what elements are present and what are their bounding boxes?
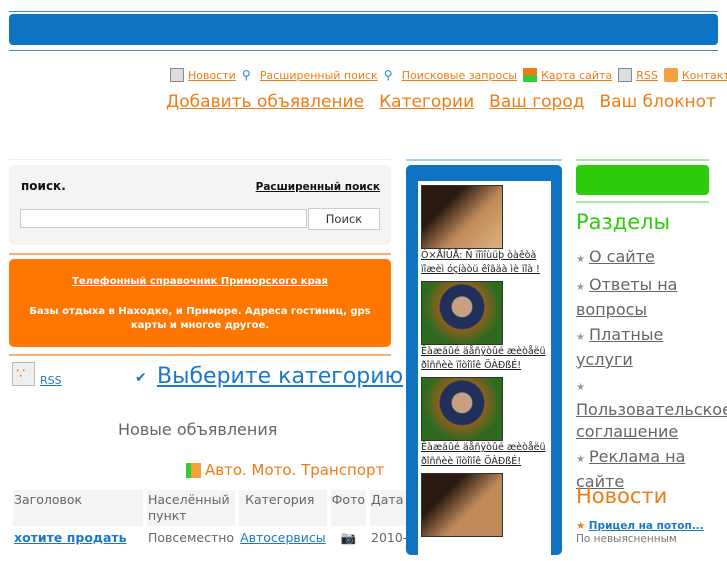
main-nav: Добавить объявление Категории Ваш город Ваш… bbox=[166, 92, 727, 112]
star-icon: ★ bbox=[576, 520, 586, 532]
checkmark-icon: ✔ bbox=[135, 370, 147, 386]
mid-divider bbox=[406, 159, 562, 161]
ads-panel: Ó×ÅÍÛÅ: Ñ ïîìîùüþ òàêòà ïîæèì óçíàòü êîã… bbox=[406, 165, 562, 561]
document-icon bbox=[170, 68, 184, 82]
sections-heading: Разделы bbox=[576, 210, 671, 234]
news-item: ★ Прицел на потоп... По невыясненным bbox=[576, 520, 727, 545]
nav-your-city[interactable]: Ваш город bbox=[489, 92, 584, 112]
table-header: Заголовок Населённый пункт Категория Фот… bbox=[13, 490, 409, 526]
col-date: Дата bbox=[370, 490, 409, 526]
ad-item: Êàæäûé äåñÿòûé æèòåëü ðîññèè ïîòîìîê ÖÀÐ… bbox=[418, 373, 551, 469]
left-divider bbox=[9, 159, 391, 160]
link-news[interactable]: Новости bbox=[188, 69, 236, 82]
star-icon: ★ bbox=[576, 382, 585, 393]
nav-add-ad[interactable]: Добавить объявление bbox=[166, 92, 364, 112]
link-sitemap[interactable]: Карта сайта bbox=[541, 69, 612, 82]
star-icon: ★ bbox=[576, 332, 585, 343]
magnifier-icon: ⚲ bbox=[241, 68, 251, 82]
ad-image[interactable] bbox=[421, 377, 503, 441]
nav-categories[interactable]: Категории bbox=[379, 92, 474, 112]
col-category: Категория bbox=[239, 490, 327, 526]
promo-box: Телефонный справочник Приморского края Б… bbox=[9, 259, 391, 347]
advanced-search-link[interactable]: Расширенный поиск bbox=[256, 181, 380, 193]
ad-image[interactable] bbox=[421, 473, 503, 537]
col-photo: Фото bbox=[330, 490, 366, 526]
green-banner bbox=[576, 165, 709, 195]
ad-category-link[interactable]: Автосервисы bbox=[240, 530, 326, 545]
ad-item: Êàæäûé äåñÿòûé æèòåëü ðîññèè ïîòîìîê ÖÀÐ… bbox=[418, 277, 551, 373]
header-banner bbox=[9, 14, 718, 45]
col-title: Заголовок bbox=[13, 490, 143, 526]
magnifier-plus-icon: ⚲ bbox=[383, 68, 393, 82]
rss-link[interactable]: RSS bbox=[40, 374, 62, 387]
promo-text: Базы отдыха в Находке, и Приморе. Адреса… bbox=[29, 306, 371, 331]
link-contacts[interactable]: Контакты bbox=[682, 69, 727, 82]
star-icon: ★ bbox=[576, 254, 585, 265]
header-divider bbox=[9, 50, 718, 51]
link-advanced-search[interactable]: Расширенный поиск bbox=[260, 69, 378, 82]
ad-title-link[interactable]: хотите продать bbox=[14, 530, 127, 545]
star-icon: ★ bbox=[576, 282, 585, 293]
col-place: Населённый пункт bbox=[147, 490, 236, 526]
ads-list: Ó×ÅÍÛÅ: Ñ ïîìîùüþ òàêòà ïîæèì óçíàòü êîã… bbox=[418, 181, 551, 561]
right-divider-2 bbox=[576, 201, 709, 203]
table-row: хотите продать Повсеместно Автосервисы 📷… bbox=[13, 526, 408, 550]
star-icon: ★ bbox=[576, 454, 585, 465]
ad-image[interactable] bbox=[421, 185, 503, 249]
news-link[interactable]: Прицел на потоп... bbox=[589, 520, 704, 532]
section-paid[interactable]: Платные услуги bbox=[576, 325, 663, 369]
ads-table: Заголовок Населённый пункт Категория Фот… bbox=[9, 490, 412, 550]
promo-divider-bottom bbox=[9, 354, 391, 356]
ad-item: Ó×ÅÍÛÅ: Ñ ïîìîùüþ òàêòà ïîæèì óçíàòü êîã… bbox=[418, 181, 551, 277]
mail-icon bbox=[663, 68, 678, 82]
sitemap-icon bbox=[522, 68, 537, 82]
promo-divider-top bbox=[9, 253, 391, 255]
right-divider bbox=[576, 159, 709, 161]
ad-link[interactable]: Ó×ÅÍÛÅ: Ñ ïîìîùüþ òàêòà ïîæèì óçíàòü êîã… bbox=[421, 250, 540, 275]
link-rss[interactable]: RSS bbox=[636, 69, 658, 82]
search-input[interactable] bbox=[20, 209, 307, 228]
section-about[interactable]: О сайте bbox=[589, 247, 655, 266]
news-heading: Новости bbox=[576, 484, 668, 508]
search-title: поиск. bbox=[21, 179, 66, 193]
top-links: Новости ⚲ Расширенный поиск ⚲ Поисковые за… bbox=[170, 68, 727, 82]
rss-icon: ∵ bbox=[12, 362, 35, 386]
news-text: По невыясненным bbox=[576, 533, 677, 545]
ad-date: 2010- bbox=[371, 530, 408, 545]
new-ads-heading: Новые объявления bbox=[118, 420, 278, 439]
folder-icon bbox=[186, 463, 201, 478]
choose-category-link[interactable]: Выберите категорию bbox=[157, 364, 403, 389]
ad-item bbox=[418, 469, 551, 537]
ad-link[interactable]: Êàæäûé äåñÿòûé æèòåëü ðîññèè ïîòîìîê ÖÀÐ… bbox=[421, 442, 546, 467]
camera-icon[interactable]: 📷 bbox=[331, 526, 366, 550]
search-box: поиск. Расширенный поиск Поиск bbox=[9, 165, 391, 245]
nav-notepad[interactable]: Ваш блокнот bbox=[599, 92, 715, 112]
ad-link[interactable]: Êàæäûé äåñÿòûé æèòåëü ðîññèè ïîòîìîê ÖÀÐ… bbox=[421, 346, 546, 371]
ad-image[interactable] bbox=[421, 281, 503, 345]
search-button[interactable]: Поиск bbox=[308, 208, 380, 230]
category-heading: Авто. Мото. Транспорт bbox=[205, 461, 385, 479]
sections-list: ★ О сайте ★ Ответы на вопросы ★ Платные усл… bbox=[576, 246, 727, 493]
ad-place: Повсеместно bbox=[148, 530, 235, 545]
section-faq[interactable]: Ответы на вопросы bbox=[576, 275, 677, 319]
promo-link[interactable]: Телефонный справочник Приморского края bbox=[9, 276, 391, 287]
top-divider bbox=[9, 11, 718, 12]
section-agreement[interactable]: Пользовательское соглашение bbox=[576, 400, 727, 441]
rss-document-icon bbox=[618, 68, 633, 82]
link-search-queries[interactable]: Поисковые запросы bbox=[402, 69, 517, 82]
